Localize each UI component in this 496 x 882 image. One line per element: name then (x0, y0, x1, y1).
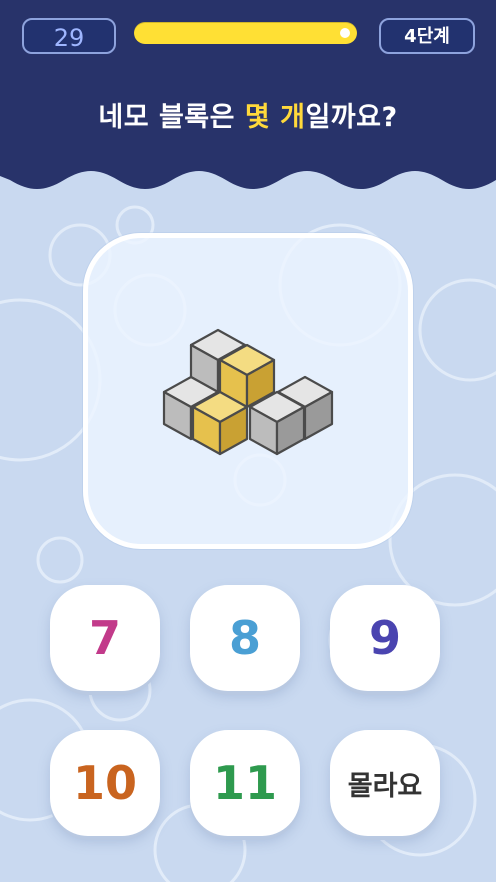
answer-button-7[interactable]: 7 (50, 585, 160, 691)
answer-button-10[interactable]: 10 (50, 730, 160, 836)
question-title: 네모 블록은 몇 개일까요? (0, 95, 496, 134)
answer-button-dont-know[interactable]: 몰라요 (330, 730, 440, 836)
answer-button-11[interactable]: 11 (190, 730, 300, 836)
answer-label: 8 (228, 611, 261, 665)
answer-label: 11 (212, 756, 277, 810)
answer-button-8[interactable]: 8 (190, 585, 300, 691)
question-part1: 네모 블록은 (98, 102, 245, 133)
answer-label: 10 (72, 756, 137, 810)
answer-button-9[interactable]: 9 (330, 585, 440, 691)
question-highlight: 몇 개 (244, 102, 306, 133)
gray-cube (248, 390, 306, 456)
answer-label: 7 (88, 611, 121, 665)
question-part2: 일까요? (305, 102, 398, 133)
progress-knob (340, 28, 350, 38)
cube-stack-illustration (162, 328, 334, 456)
level-badge: 4단계 (379, 18, 475, 54)
score-counter: 29 (22, 18, 116, 54)
yellow-cube (191, 390, 249, 456)
answer-label: 9 (368, 611, 401, 665)
progress-bar (134, 22, 357, 44)
answer-label: 몰라요 (347, 770, 423, 802)
